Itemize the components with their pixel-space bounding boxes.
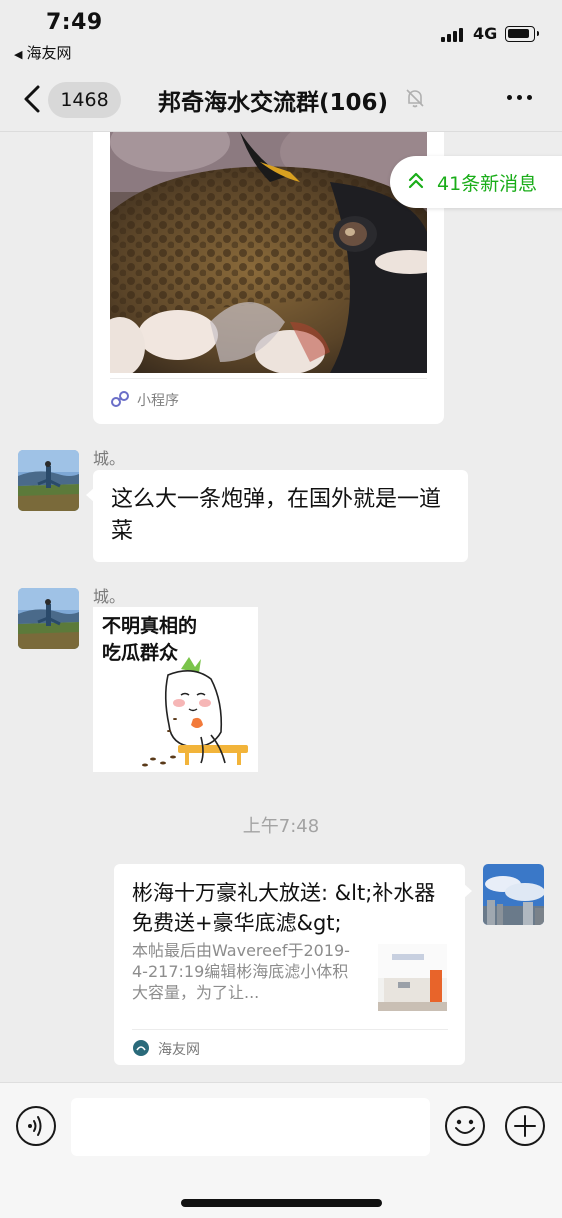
avatar[interactable]	[18, 450, 79, 511]
voice-icon[interactable]	[15, 1105, 57, 1147]
chat-title: 邦奇海水交流群(106)	[158, 90, 389, 116]
new-messages-label: 41条新消息	[437, 173, 538, 195]
sticker-caption-line: 不明真相的	[102, 615, 198, 637]
sender-name: 城。	[93, 449, 126, 468]
sender-name: 城。	[93, 587, 126, 606]
message-timestamp: 上午7:48	[242, 816, 320, 837]
network-type: 4G	[473, 24, 498, 43]
status-time: 7:49	[46, 10, 103, 35]
new-messages-button[interactable]: 41条新消息	[390, 156, 562, 208]
home-indicator[interactable]	[181, 1199, 382, 1207]
self-avatar[interactable]	[483, 864, 544, 925]
sticker-caption: 不明真相的 吃瓜群众	[102, 613, 197, 667]
back-to-app-link[interactable]: ◀ 海友网	[14, 42, 71, 63]
signal-icon	[441, 28, 465, 42]
haiyou-logo-icon	[132, 1039, 150, 1057]
mini-program-label: 小程序	[137, 393, 179, 409]
emoji-icon[interactable]	[444, 1105, 486, 1147]
link-card-title: 彬海十万豪礼大放送: &lt;补水器免费送+豪华底滤&gt;	[132, 881, 436, 935]
chat-header: 1468 邦奇海水交流群(106)	[0, 66, 562, 132]
battery-icon	[505, 26, 539, 42]
message-input[interactable]	[71, 1098, 430, 1156]
plus-icon[interactable]	[504, 1105, 546, 1147]
link-card-footer: 海友网	[132, 1029, 448, 1065]
link-card-thumbnail	[378, 944, 447, 1011]
mini-program-footer: 小程序	[110, 378, 427, 418]
double-chevron-up-icon	[407, 171, 425, 191]
unread-count-badge[interactable]: 1468	[48, 82, 121, 118]
link-card[interactable]: 彬海十万豪礼大放送: &lt;补水器免费送+豪华底滤&gt; 本帖最后由Wave…	[114, 864, 472, 1065]
back-chevron-icon[interactable]	[18, 82, 48, 116]
mute-bell-icon	[403, 86, 427, 110]
more-dots-icon[interactable]	[505, 92, 535, 102]
link-card-source: 海友网	[158, 1042, 200, 1058]
avatar[interactable]	[18, 588, 79, 649]
back-triangle-icon: ◀	[14, 48, 23, 61]
sticker-message[interactable]: 不明真相的 吃瓜群众	[93, 607, 258, 772]
pufferfish-photo	[110, 132, 427, 373]
back-app-label: 海友网	[26, 44, 72, 62]
status-bar: 7:49 ◀ 海友网 4G	[0, 0, 562, 66]
mini-program-icon	[110, 389, 130, 409]
sticker-caption-line: 吃瓜群众	[102, 642, 179, 664]
link-card-description: 本帖最后由Wavereef于2019-4-217:19编辑彬海底滤小体积大容量，…	[132, 941, 350, 1002]
input-bar	[0, 1082, 562, 1218]
message-bubble[interactable]: 这么大一条炮弹，在国外就是一道菜	[86, 470, 468, 562]
chat-messages[interactable]: 小程序 41条新消息 城。 这么大一条炮弹，在国外就是一道菜 城。 不明真相的 …	[0, 132, 562, 1082]
